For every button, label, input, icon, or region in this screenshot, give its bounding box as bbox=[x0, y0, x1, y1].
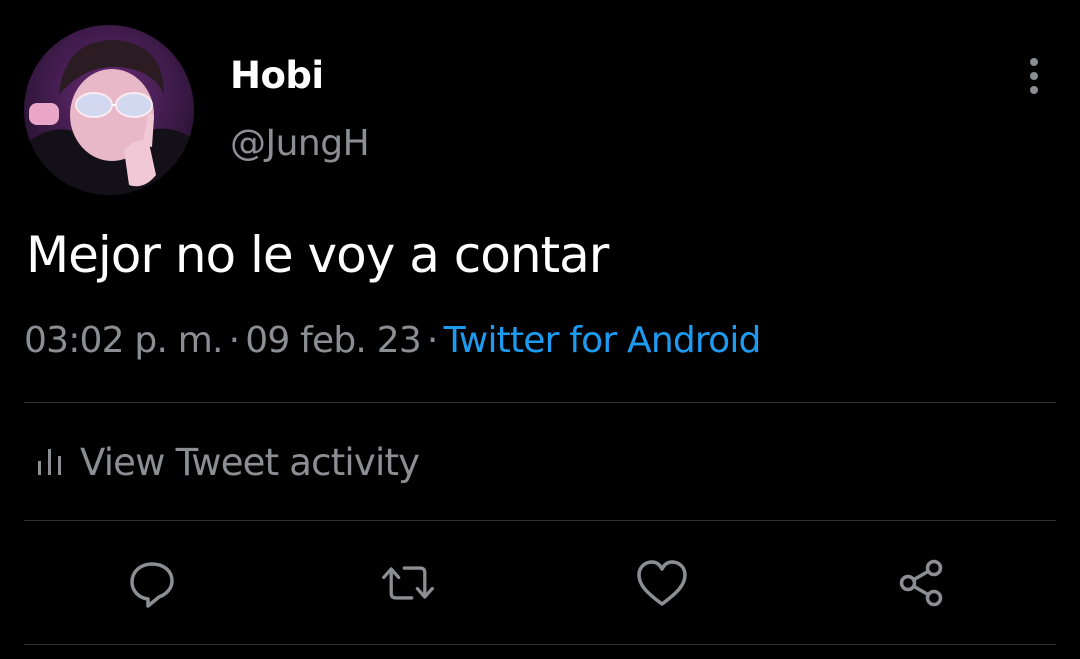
share-button[interactable] bbox=[894, 555, 950, 611]
tweet-meta: 03:02 p. m. · 09 feb. 23 · Twitter for Andro… bbox=[24, 320, 761, 361]
tweet-source-link[interactable]: Twitter for Android bbox=[444, 320, 762, 361]
divider bbox=[24, 520, 1056, 521]
tweet-date: 09 feb. 23 bbox=[245, 320, 421, 361]
retweet-button[interactable] bbox=[380, 555, 436, 611]
more-options-button[interactable] bbox=[1010, 52, 1058, 100]
tweet-text: Mejor no le voy a contar bbox=[26, 226, 609, 284]
display-name[interactable]: Hobi bbox=[230, 54, 324, 97]
tweet-time: 03:02 p. m. bbox=[24, 320, 223, 361]
reply-icon bbox=[130, 562, 174, 608]
analytics-icon bbox=[38, 449, 61, 475]
like-icon bbox=[637, 560, 687, 606]
divider bbox=[24, 402, 1056, 403]
share-icon bbox=[899, 559, 943, 607]
reply-button[interactable] bbox=[124, 555, 180, 611]
more-vertical-icon bbox=[1030, 58, 1038, 94]
meta-separator: · bbox=[228, 320, 240, 361]
retweet-icon bbox=[382, 566, 434, 600]
avatar-image bbox=[24, 25, 194, 195]
avatar[interactable] bbox=[24, 25, 194, 195]
meta-separator: · bbox=[426, 320, 438, 361]
tweet-detail: Hobi @JungH Mejor no le voy a contar 03:… bbox=[0, 0, 1080, 659]
handle[interactable]: @JungH bbox=[230, 123, 370, 164]
divider bbox=[24, 644, 1056, 645]
view-tweet-activity-button[interactable]: View Tweet activity bbox=[36, 438, 420, 486]
view-tweet-activity-label: View Tweet activity bbox=[80, 440, 420, 484]
like-button[interactable] bbox=[634, 555, 690, 611]
